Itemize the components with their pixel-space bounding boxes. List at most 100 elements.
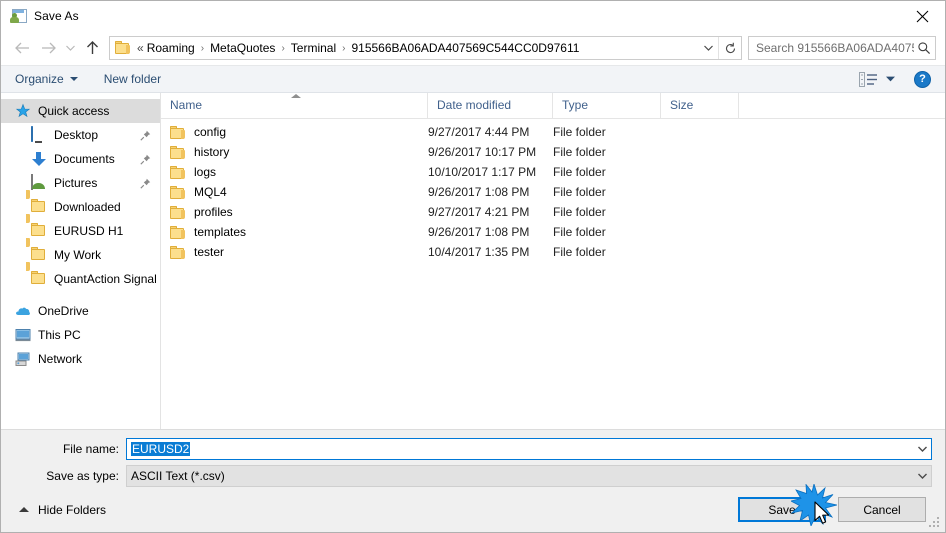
- toolbar-right-group: ?: [859, 70, 937, 88]
- view-options-icon[interactable]: [859, 71, 878, 87]
- sidebar-item-pictures[interactable]: Pictures: [1, 171, 160, 195]
- file-name-label: history: [194, 145, 230, 159]
- filetype-value: ASCII Text (*.csv): [131, 469, 225, 483]
- file-type-cell: File folder: [553, 145, 606, 159]
- new-folder-button[interactable]: New folder: [104, 72, 161, 86]
- close-icon[interactable]: [899, 1, 945, 31]
- filename-value-wrap: EURUSD2: [127, 442, 914, 456]
- file-size-cell: [661, 162, 739, 182]
- table-row[interactable]: MQL4 9/26/2017 1:08 PM File folder: [161, 182, 945, 202]
- file-name-label: logs: [194, 165, 217, 179]
- sort-ascending-icon: [291, 94, 301, 98]
- folder-icon: [170, 125, 186, 139]
- folder-icon: [170, 245, 186, 259]
- picture-icon: [31, 174, 47, 191]
- file-size-cell: [661, 142, 739, 162]
- title-bar: Save As: [1, 1, 945, 31]
- file-name-cell: history: [161, 142, 428, 162]
- sidebar-item-label: Quick access: [38, 104, 110, 118]
- back-icon[interactable]: [9, 36, 35, 60]
- search-icon[interactable]: [914, 41, 935, 55]
- sidebar-item-quick-access[interactable]: Quick access: [1, 99, 160, 123]
- pin-icon[interactable]: [140, 130, 151, 141]
- filename-chevron-down-icon[interactable]: [914, 445, 931, 453]
- cancel-button[interactable]: Cancel: [838, 497, 926, 522]
- file-date-cell: 10/4/2017 1:35 PM: [428, 245, 530, 259]
- breadcrumb-item-instance[interactable]: 915566BA06ADA407569C544CC0D97611: [350, 41, 580, 55]
- file-date-cell: 9/26/2017 10:17 PM: [428, 145, 537, 159]
- refresh-icon[interactable]: [718, 37, 741, 59]
- address-bar[interactable]: « Roaming › MetaQuotes › Terminal › 9155…: [109, 36, 742, 60]
- table-row[interactable]: profiles 9/27/2017 4:21 PM File folder: [161, 202, 945, 222]
- monitor-icon: [31, 126, 47, 143]
- dialog-footer: Hide Folders Save Cancel: [1, 487, 945, 532]
- breadcrumb-item-roaming[interactable]: Roaming: [146, 41, 196, 55]
- file-name-cell: config: [161, 122, 428, 142]
- breadcrumb-separator: ›: [342, 42, 346, 54]
- sidebar-item-label: This PC: [38, 328, 81, 342]
- pin-icon[interactable]: [140, 178, 151, 189]
- column-header-size[interactable]: Size: [661, 93, 739, 118]
- breadcrumb-item-terminal[interactable]: Terminal: [290, 41, 337, 55]
- folder-icon: [170, 225, 186, 239]
- pin-icon[interactable]: [140, 154, 151, 165]
- sidebar-item-network[interactable]: Network: [1, 347, 160, 371]
- file-name-label: tester: [194, 245, 225, 259]
- sidebar-item-label: Downloaded: [54, 200, 121, 214]
- download-arrow-icon: [31, 151, 47, 167]
- file-type-cell: File folder: [553, 125, 606, 139]
- filetype-label: Save as type:: [46, 469, 119, 483]
- sidebar-item-this-pc[interactable]: This PC: [1, 323, 160, 347]
- sidebar-item-downloaded[interactable]: Downloaded: [1, 190, 160, 219]
- save-button[interactable]: Save: [738, 497, 826, 522]
- chevron-up-icon: [19, 507, 29, 512]
- sidebar-item-onedrive[interactable]: OneDrive: [1, 299, 160, 323]
- folder-icon: [26, 214, 47, 239]
- file-type-cell: File folder: [553, 185, 606, 199]
- column-header-date-modified[interactable]: Date modified: [428, 93, 553, 118]
- file-name-cell: tester: [161, 242, 428, 262]
- file-size-cell: [661, 122, 739, 142]
- sidebar-item-my-work[interactable]: My Work: [1, 238, 160, 267]
- file-name-label: templates: [194, 225, 247, 239]
- column-header-type[interactable]: Type: [553, 93, 661, 118]
- breadcrumb-item-metaquotes[interactable]: MetaQuotes: [209, 41, 276, 55]
- table-row[interactable]: config 9/27/2017 4:44 PM File folder: [161, 122, 945, 142]
- breadcrumb: « Roaming › MetaQuotes › Terminal › 9155…: [136, 41, 698, 55]
- view-chevron-down-icon[interactable]: [885, 72, 896, 86]
- organize-button[interactable]: Organize: [15, 72, 78, 86]
- search-input[interactable]: Search 915566BA06ADA40756...: [748, 36, 936, 60]
- address-chevron-down-icon[interactable]: [698, 37, 718, 59]
- column-header-name[interactable]: Name: [161, 93, 428, 118]
- table-row[interactable]: templates 9/26/2017 1:08 PM File folder: [161, 222, 945, 242]
- sidebar-item-label: My Work: [54, 248, 102, 262]
- hide-folders-button[interactable]: Hide Folders: [11, 503, 106, 517]
- filetype-select[interactable]: ASCII Text (*.csv): [126, 465, 932, 487]
- sidebar-item-desktop[interactable]: Desktop: [1, 123, 160, 147]
- filename-input[interactable]: EURUSD2: [126, 438, 932, 460]
- sidebar-item-label: Pictures: [54, 176, 98, 190]
- table-row[interactable]: history 9/26/2017 10:17 PM File folder: [161, 142, 945, 162]
- sidebar-item-quantaction-signal[interactable]: QuantAction Signal: [1, 262, 160, 291]
- sidebar-item-documents[interactable]: Documents: [1, 147, 160, 171]
- breadcrumb-overflow[interactable]: «: [136, 41, 146, 55]
- help-icon[interactable]: ?: [914, 70, 931, 88]
- sidebar-item-label: Network: [38, 352, 83, 366]
- filename-row: File name: EURUSD2: [1, 437, 945, 461]
- up-icon[interactable]: [79, 36, 105, 60]
- dialog-body: Quick access Desktop Documents Pictures …: [1, 93, 945, 429]
- table-row[interactable]: logs 10/10/2017 1:17 PM File folder: [161, 162, 945, 182]
- recent-locations-chevron-down-icon[interactable]: [61, 36, 79, 60]
- sidebar-item-eurusd-h1[interactable]: EURUSD H1: [1, 214, 160, 243]
- folder-icon: [26, 238, 47, 263]
- file-type-cell: File folder: [553, 245, 606, 259]
- table-row[interactable]: tester 10/4/2017 1:35 PM File folder: [161, 242, 945, 262]
- forward-icon[interactable]: [35, 36, 61, 60]
- navigation-sidebar: Quick access Desktop Documents Pictures …: [1, 93, 161, 429]
- folder-icon: [115, 41, 131, 55]
- file-name-cell: logs: [161, 162, 428, 182]
- filetype-chevron-down-icon[interactable]: [914, 472, 931, 480]
- file-size-cell: [661, 182, 739, 202]
- window-title: Save As: [34, 9, 79, 23]
- resize-grip-icon[interactable]: [929, 517, 941, 529]
